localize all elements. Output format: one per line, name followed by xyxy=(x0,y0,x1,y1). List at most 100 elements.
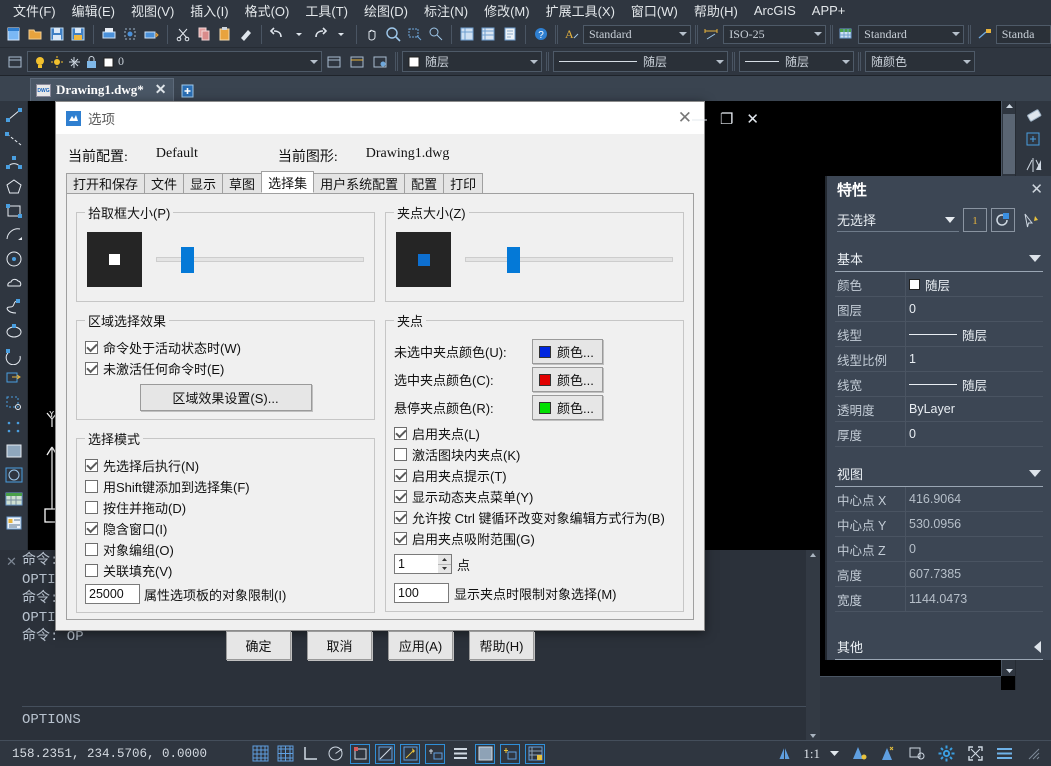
dynamic-ucs-icon[interactable] xyxy=(400,743,420,764)
undo-icon[interactable] xyxy=(267,23,287,45)
table-style-combo[interactable]: Standard xyxy=(858,24,964,44)
gear-icon[interactable] xyxy=(936,744,956,764)
menu-item-4[interactable]: 格式(O) xyxy=(238,0,297,22)
insert-block-icon[interactable] xyxy=(2,367,26,390)
ellipse-arc-icon[interactable] xyxy=(2,343,26,366)
dialog-tab-6[interactable]: 配置 xyxy=(404,173,445,193)
multileader-style-icon[interactable] xyxy=(975,23,995,45)
slider-thumb[interactable] xyxy=(180,246,194,273)
command-scrollbar[interactable] xyxy=(806,550,820,740)
menu-item-3[interactable]: 插入(I) xyxy=(183,0,235,22)
close-icon[interactable]: ✕ xyxy=(155,82,167,99)
checkbox-icon[interactable] xyxy=(85,522,98,535)
scroll-down-icon[interactable] xyxy=(806,729,820,740)
command-input-line[interactable]: OPTIONS xyxy=(22,706,806,738)
minimize-icon[interactable]: — xyxy=(692,111,707,128)
grip-snap-input[interactable]: 1 xyxy=(394,554,438,574)
lineweight-combo[interactable]: 随层 xyxy=(739,51,854,72)
redo-icon[interactable] xyxy=(310,23,330,45)
restore-icon[interactable]: ❐ xyxy=(720,110,733,128)
menu-item-9[interactable]: 扩展工具(X) xyxy=(539,0,622,22)
match-properties-icon[interactable] xyxy=(236,23,256,45)
property-value[interactable]: 0 xyxy=(905,297,1043,321)
dialog-button-3[interactable]: 帮助(H) xyxy=(469,631,534,660)
snap-mode-icon[interactable] xyxy=(275,744,295,764)
property-value[interactable]: 416.9064 xyxy=(905,487,1043,511)
mtext-icon[interactable] xyxy=(2,511,26,534)
polar-tracking-icon[interactable] xyxy=(325,744,345,764)
make-block-icon[interactable] xyxy=(2,391,26,414)
dialog-tab-4[interactable]: 选择集 xyxy=(261,171,315,193)
undo-dropdown-icon[interactable] xyxy=(289,23,309,45)
zoom-realtime-icon[interactable] xyxy=(383,23,403,45)
selection-cycling-icon[interactable] xyxy=(500,743,520,764)
checkbox-icon[interactable] xyxy=(85,564,98,577)
property-value[interactable]: 607.7385 xyxy=(905,562,1043,586)
pan-icon[interactable] xyxy=(362,23,382,45)
toggle-value-button[interactable]: 1 xyxy=(963,208,987,232)
property-value[interactable]: 随层 xyxy=(905,372,1043,396)
dialog-tab-2[interactable]: 显示 xyxy=(183,173,224,193)
annotation-scale-icon[interactable] xyxy=(774,744,794,764)
selection-mode-checkbox-1[interactable]: 用Shift键添加到选择集(F) xyxy=(85,477,366,496)
workspace-switch-icon[interactable] xyxy=(907,744,927,764)
checkbox-icon[interactable] xyxy=(85,543,98,556)
mirror-icon[interactable] xyxy=(1021,153,1047,177)
checkbox-icon[interactable] xyxy=(85,341,98,354)
lineweight-display-icon[interactable] xyxy=(450,744,470,764)
grip-size-slider[interactable] xyxy=(465,246,673,273)
save-as-icon[interactable] xyxy=(68,23,88,45)
grip-snap-spinner[interactable]: 1 xyxy=(394,554,452,574)
plot-preview-icon[interactable] xyxy=(120,23,140,45)
auto-scale-icon[interactable] xyxy=(878,744,898,764)
layer-properties-icon[interactable] xyxy=(4,51,26,73)
new-drawing-tab-button[interactable] xyxy=(178,80,200,101)
menu-item-13[interactable]: APP+ xyxy=(805,1,853,20)
point-icon[interactable] xyxy=(2,415,26,438)
menu-item-2[interactable]: 视图(V) xyxy=(124,0,181,22)
quick-select-button[interactable] xyxy=(991,208,1015,232)
menu-item-8[interactable]: 修改(M) xyxy=(477,0,537,22)
drawing-tab[interactable]: DWG Drawing1.dwg* ✕ xyxy=(30,78,174,101)
ray-icon[interactable] xyxy=(2,127,26,150)
fullscreen-icon[interactable] xyxy=(965,744,985,764)
text-style-icon[interactable]: A xyxy=(562,23,582,45)
scroll-up-icon[interactable] xyxy=(1002,101,1016,114)
selection-mode-checkbox-0[interactable]: 先选择后执行(N) xyxy=(85,456,366,475)
property-value[interactable]: 随层 xyxy=(905,272,1043,296)
table-icon[interactable] xyxy=(2,487,26,510)
selection-mode-checkbox-2[interactable]: 按住并拖动(D) xyxy=(85,498,366,517)
close-icon[interactable]: ✕ xyxy=(1030,180,1043,198)
spinner-buttons[interactable] xyxy=(438,554,452,574)
text-style-combo[interactable]: Standard xyxy=(582,24,692,44)
properties-group-0[interactable]: 基本 xyxy=(835,246,1043,272)
area-effect-checkbox-1[interactable]: 未激活任何命令时(E) xyxy=(85,359,366,378)
scroll-down-icon[interactable] xyxy=(1002,663,1016,676)
grip-checkbox-0[interactable]: 启用夹点(L) xyxy=(394,424,675,443)
help-icon[interactable]: ? xyxy=(531,23,551,45)
line-icon[interactable] xyxy=(2,103,26,126)
tool-palettes-icon[interactable] xyxy=(499,23,519,45)
grip-object-limit-input[interactable]: 100 xyxy=(394,583,449,603)
grip-checkbox-1[interactable]: 激活图块内夹点(K) xyxy=(394,445,675,464)
paste-icon[interactable] xyxy=(215,23,235,45)
grip-color-button-1[interactable]: 颜色... xyxy=(532,367,603,392)
pickbox-slider[interactable] xyxy=(156,246,364,273)
grip-checkbox-4[interactable]: 允许按 Ctrl 键循环改变对象编辑方式行为(B) xyxy=(394,508,675,527)
checkbox-icon[interactable] xyxy=(394,511,407,524)
open-file-icon[interactable] xyxy=(25,23,45,45)
rectangle-icon[interactable] xyxy=(2,199,26,222)
selection-mode-checkbox-5[interactable]: 关联填充(V) xyxy=(85,561,366,580)
menu-item-0[interactable]: 文件(F) xyxy=(6,0,63,22)
area-effect-settings-button[interactable]: 区域效果设置(S)... xyxy=(139,384,312,411)
spinner-up-icon[interactable] xyxy=(438,555,451,565)
properties-group-1[interactable]: 视图 xyxy=(835,461,1043,487)
selection-combo[interactable]: 无选择 xyxy=(837,208,959,232)
spline-icon[interactable] xyxy=(2,295,26,318)
dialog-button-0[interactable]: 确定 xyxy=(226,631,291,660)
hatch-icon[interactable] xyxy=(2,439,26,462)
property-value[interactable]: 随层 xyxy=(905,322,1043,346)
make-current-icon[interactable] xyxy=(323,51,345,73)
dialog-tab-3[interactable]: 草图 xyxy=(222,173,263,193)
redo-dropdown-icon[interactable] xyxy=(331,23,351,45)
